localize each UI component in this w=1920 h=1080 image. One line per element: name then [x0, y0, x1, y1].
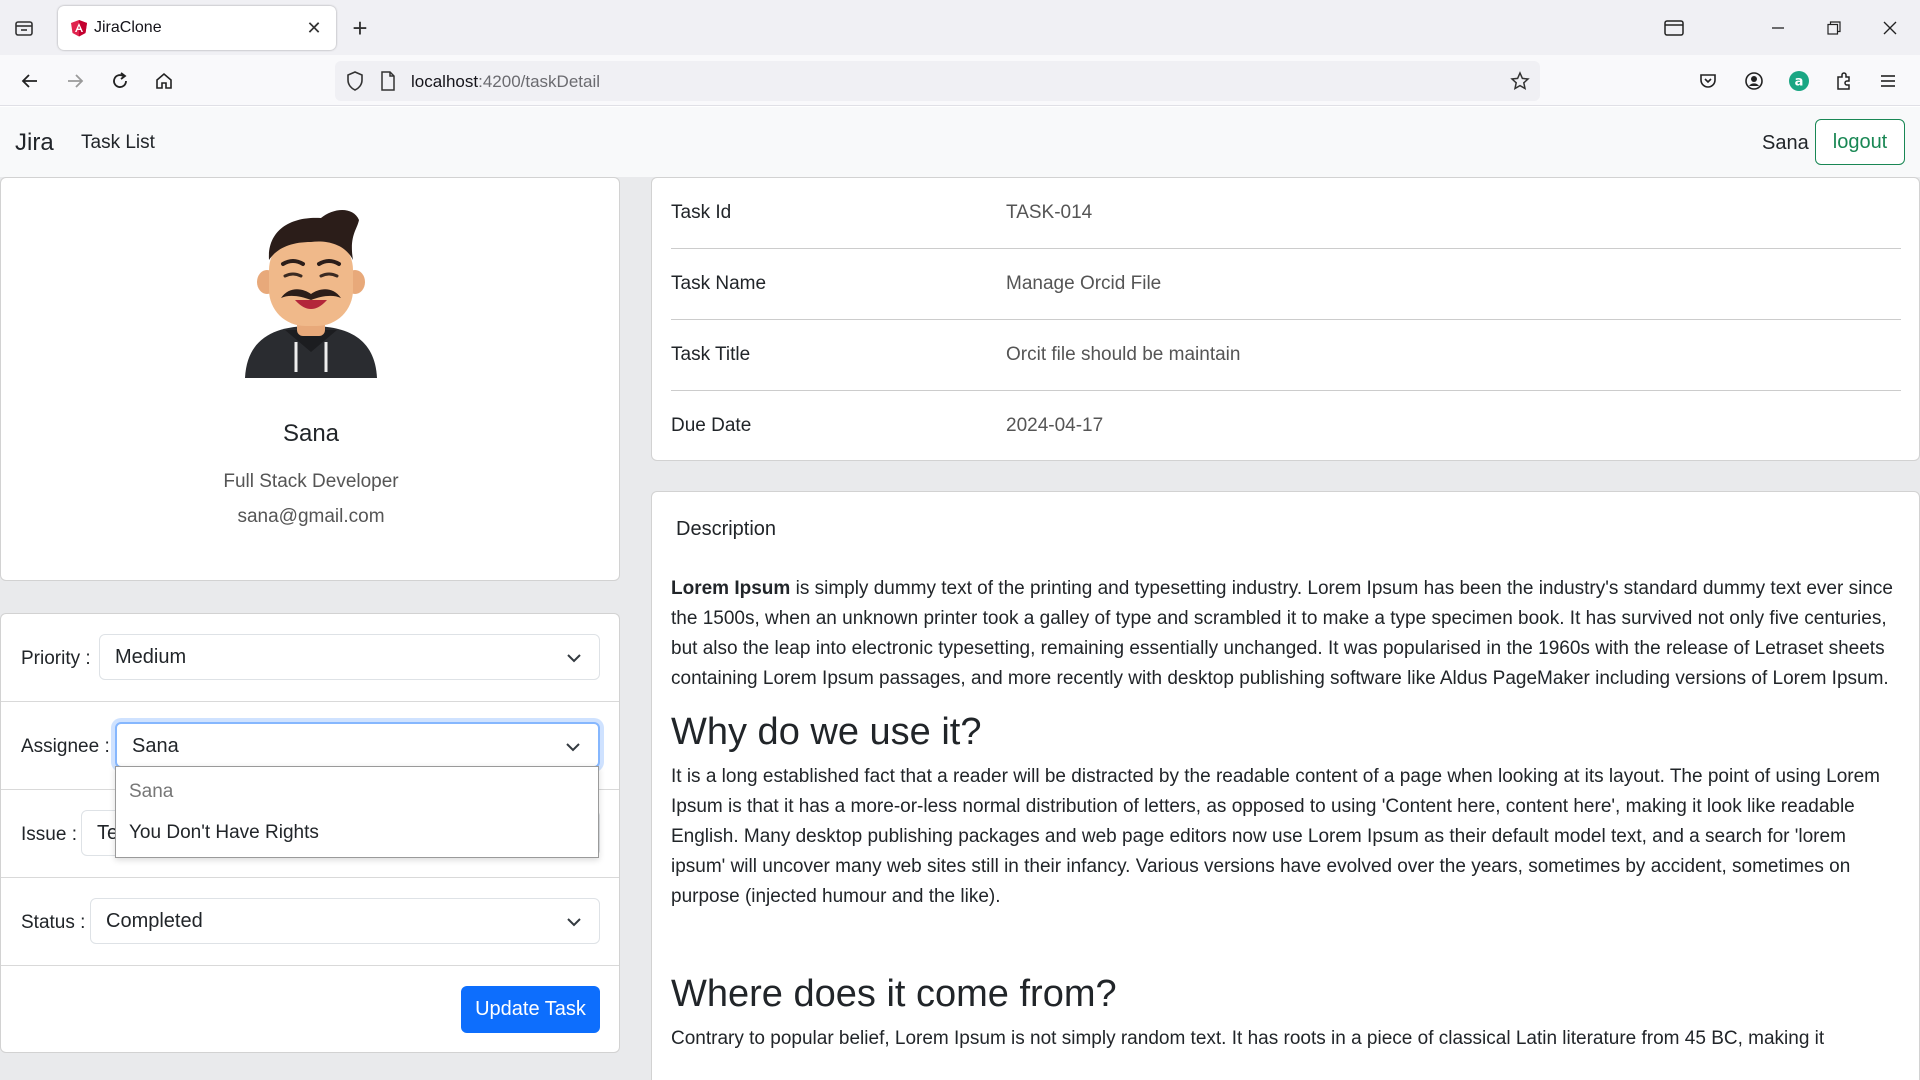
assignee-dropdown-list: Sana You Don't Have Rights	[115, 766, 599, 858]
minimize-icon[interactable]	[1762, 12, 1794, 44]
profile-name: Sana	[282, 420, 340, 447]
chevron-down-icon	[567, 918, 581, 927]
detail-value: Orcit file should be maintain	[1006, 344, 1241, 365]
account-icon[interactable]	[1738, 65, 1770, 97]
detail-label: Task Name	[671, 273, 767, 294]
arrow-right-icon[interactable]	[59, 65, 91, 97]
detail-label: Task Id	[671, 202, 732, 223]
detail-row-due-date: Due Date 2024-04-17	[671, 391, 1901, 462]
assignee-select[interactable]: Sana	[115, 722, 600, 768]
svg-text:a: a	[1795, 75, 1804, 90]
puzzle-icon[interactable]	[1828, 65, 1860, 97]
reload-icon[interactable]	[104, 65, 136, 97]
detail-label: Due Date	[671, 415, 752, 436]
detail-value: Manage Orcid File	[1006, 273, 1162, 294]
browser-toolbar: localhost:4200/taskDetail a	[0, 55, 1920, 106]
task-details-card: Task Id TASK-014 Task Name Manage Orcid …	[651, 177, 1920, 461]
description-paragraph: Lorem Ipsum is simply dummy text of the …	[671, 574, 1896, 694]
angular-logo-icon	[70, 19, 88, 37]
detail-value: 2024-04-17	[1006, 415, 1104, 436]
extension-a-icon[interactable]: a	[1783, 65, 1815, 97]
pocket-icon[interactable]	[1692, 65, 1724, 97]
status-row: Status : Completed	[1, 878, 619, 966]
tab-title: JiraClone	[94, 19, 162, 36]
assignee-option[interactable]: Sana	[129, 781, 173, 803]
brand-link[interactable]: Jira	[15, 129, 54, 157]
profile-card: Sana Full Stack Developer sana@gmail.com	[0, 177, 620, 581]
detail-label: Task Title	[671, 344, 751, 365]
issue-label: Issue :	[21, 824, 77, 845]
arrow-left-icon[interactable]	[14, 65, 46, 97]
description-bold-lead: Lorem Ipsum	[671, 578, 791, 599]
home-icon[interactable]	[148, 65, 180, 97]
url-text[interactable]: localhost:4200/taskDetail	[411, 72, 600, 92]
priority-value: Medium	[115, 646, 187, 668]
logout-button[interactable]: logout	[1815, 119, 1905, 165]
url-host: localhost	[411, 72, 479, 91]
app-navbar: Jira Task List Sana logout	[0, 107, 1920, 177]
window-close-icon[interactable]	[1874, 12, 1906, 44]
assignee-label: Assignee :	[21, 736, 110, 757]
current-user-name: Sana	[1762, 132, 1809, 154]
url-bar[interactable]: localhost:4200/taskDetail	[335, 61, 1540, 101]
description-text: is simply dummy text of the printing and…	[671, 578, 1893, 689]
detail-value: TASK-014	[1006, 202, 1093, 223]
section-heading-why: Why do we use it?	[671, 711, 982, 753]
tab-overview-icon[interactable]	[1658, 12, 1690, 44]
plus-icon[interactable]: +	[346, 13, 374, 43]
priority-select[interactable]: Medium	[99, 634, 600, 680]
close-icon[interactable]: ✕	[302, 16, 326, 40]
profile-role: Full Stack Developer	[223, 471, 399, 492]
status-label: Status :	[21, 912, 86, 933]
profile-email: sana@gmail.com	[237, 506, 385, 527]
detail-row-task-title: Task Title Orcit file should be maintain	[671, 320, 1901, 391]
nav-task-list[interactable]: Task List	[81, 132, 155, 154]
avatar	[241, 202, 381, 378]
hamburger-menu-icon[interactable]	[1872, 65, 1904, 97]
detail-row-task-name: Task Name Manage Orcid File	[671, 249, 1901, 320]
priority-label: Priority :	[21, 648, 91, 669]
description-paragraph: It is a long established fact that a rea…	[671, 766, 1881, 907]
star-icon[interactable]	[1508, 69, 1532, 93]
section-heading-where: Where does it come from?	[671, 973, 1117, 1015]
description-card: Description Lorem Ipsum is simply dummy …	[651, 491, 1920, 1080]
status-select[interactable]: Completed	[90, 898, 600, 944]
chevron-down-icon	[567, 654, 581, 663]
description-body: Lorem Ipsum is simply dummy text of the …	[671, 574, 1896, 1068]
priority-row: Priority : Medium	[1, 614, 619, 702]
browser-tab[interactable]: JiraClone ✕	[58, 6, 336, 50]
restore-icon[interactable]	[1818, 12, 1850, 44]
shield-icon[interactable]	[343, 69, 367, 93]
description-heading: Description	[676, 518, 777, 540]
browser-tab-bar: JiraClone ✕ +	[0, 0, 1920, 55]
page-icon[interactable]	[377, 70, 399, 92]
description-paragraph: Contrary to popular belief, Lorem Ipsum …	[671, 1028, 1825, 1049]
status-value: Completed	[106, 910, 203, 932]
assignee-option[interactable]: You Don't Have Rights	[129, 822, 319, 844]
chevron-down-icon	[566, 743, 580, 752]
url-path: :4200/taskDetail	[478, 72, 601, 91]
assignee-value: Sana	[132, 735, 179, 757]
detail-row-task-id: Task Id TASK-014	[671, 178, 1901, 249]
update-task-button[interactable]: Update Task	[461, 986, 600, 1033]
tab-list-icon[interactable]	[10, 14, 38, 42]
